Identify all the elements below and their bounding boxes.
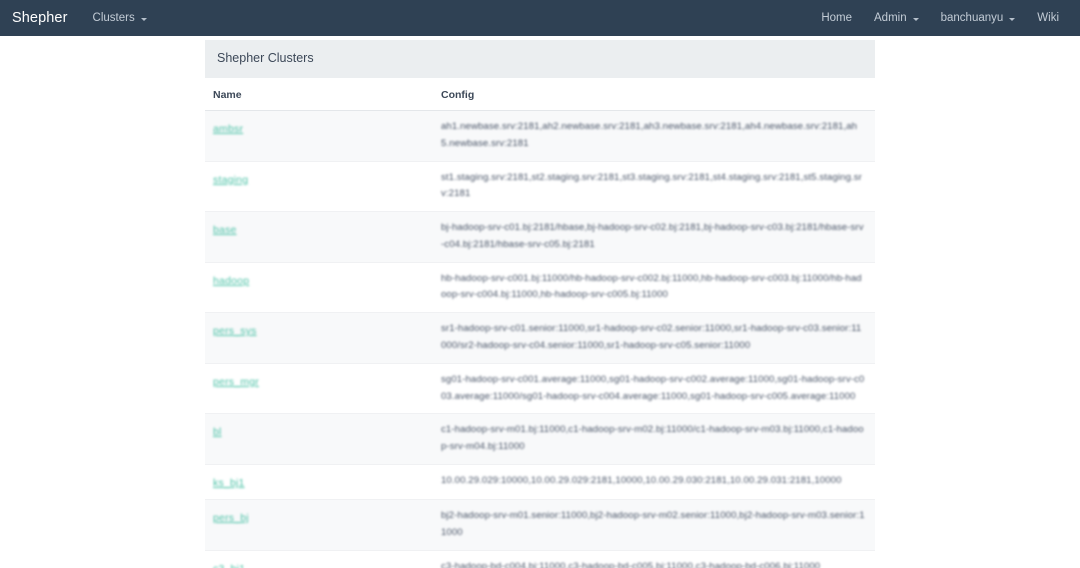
nav-item-clusters[interactable]: Clusters: [82, 0, 158, 36]
table-row: base bj-hadoop-srv-c01.bj:2181/hbase,bj-h…: [205, 211, 875, 263]
cell-cluster-name: base: [205, 211, 433, 263]
table-row: staging st1.staging.srv:2181,st2.staging.…: [205, 160, 875, 212]
cluster-config-value: sg01-hadoop-srv-c001.average:11000,sg01-…: [441, 373, 865, 402]
cell-cluster-config: bj-hadoop-srv-c01.bj:2181/hbase,bj-hadoo…: [433, 211, 875, 263]
cluster-config-value: 10.00.29.029:10000,10.00.29.029:2181,100…: [441, 474, 842, 486]
nav-item-user-label: banchuanyu: [940, 12, 1004, 24]
cluster-name-link[interactable]: pers_bj: [213, 512, 249, 524]
nav-item-clusters-label: Clusters: [92, 12, 135, 24]
cell-cluster-config: sr1-hadoop-srv-c01.senior:11000,sr1-hado…: [433, 312, 875, 364]
cell-cluster-config: ah1.newbase.srv:2181,ah2.newbase.srv:218…: [433, 110, 875, 162]
cluster-name-link[interactable]: ambsr: [213, 123, 243, 135]
cluster-config-value: c1-hadoop-srv-m01.bj:11000,c1-hadoop-srv…: [441, 424, 864, 453]
nav-item-wiki[interactable]: Wiki: [1026, 0, 1070, 36]
cluster-config-value: bj-hadoop-srv-c01.bj:2181/hbase,bj-hadoo…: [441, 222, 864, 250]
cell-cluster-name: staging: [205, 160, 433, 212]
main-container: Shepher Clusters Name Config ambsr ah1.ne…: [205, 36, 875, 568]
cell-cluster-name: pers_mgr: [205, 362, 433, 414]
cluster-config-value: hb-hadoop-srv-c001.bj:11000/hb-hadoop-sr…: [441, 272, 862, 301]
cluster-name-link[interactable]: hadoop: [213, 275, 249, 287]
cell-cluster-config: st1.staging.srv:2181,st2.staging.srv:218…: [433, 160, 875, 212]
nav-item-home[interactable]: Home: [810, 0, 863, 36]
cluster-config-value: ah1.newbase.srv:2181,ah2.newbase.srv:218…: [441, 121, 858, 149]
table-row: pers_mgr sg01-hadoop-srv-c001.average:110…: [205, 362, 875, 414]
nav-item-admin[interactable]: Admin: [863, 0, 930, 36]
nav-item-user[interactable]: banchuanyu: [930, 0, 1027, 36]
cell-cluster-config: sg01-hadoop-srv-c001.average:11000,sg01-…: [433, 362, 875, 414]
cell-cluster-config: c3-hadoop-bd-c004.bj:11000,c3-hadoop-bd-…: [433, 549, 875, 568]
cell-cluster-name: ambsr: [205, 110, 433, 162]
cluster-config-value: c3-hadoop-bd-c004.bj:11000,c3-hadoop-bd-…: [441, 560, 821, 568]
chevron-down-icon: [1009, 17, 1016, 21]
navbar-right-group: Home Admin banchuanyu Wiki: [810, 0, 1070, 36]
table-row: pers_sys sr1-hadoop-srv-c01.senior:11000,…: [205, 312, 875, 364]
cell-cluster-config: bj2-hadoop-srv-m01.senior:11000,bj2-hado…: [433, 498, 875, 550]
table-header: Name Config: [205, 78, 875, 111]
cluster-name-link[interactable]: pers_sys: [213, 325, 257, 337]
nav-item-home-label: Home: [821, 12, 852, 24]
chevron-down-icon: [912, 17, 919, 21]
nav-item-admin-label: Admin: [874, 12, 907, 24]
cell-cluster-name: pers_bj: [205, 498, 433, 550]
cluster-name-link[interactable]: base: [213, 224, 237, 236]
cluster-name-link[interactable]: staging: [213, 174, 248, 186]
cell-cluster-name: ks_bj1: [205, 463, 433, 500]
brand-logo[interactable]: Shepher: [0, 0, 82, 36]
panel-body: Name Config ambsr ah1.newbase.srv:2181,ah…: [205, 78, 875, 568]
cluster-name-link[interactable]: ks_bj1: [213, 477, 245, 489]
table-row: pers_bj bj2-hadoop-srv-m01.senior:11000,b…: [205, 498, 875, 550]
table-header-row: Name Config: [205, 78, 875, 111]
table-row: bl c1-hadoop-srv-m01.bj:11000,c1-hadoop-s…: [205, 413, 875, 465]
cell-cluster-config: 10.00.29.029:10000,10.00.29.029:2181,100…: [433, 463, 875, 500]
column-header-name: Name: [205, 78, 433, 111]
cluster-name-link[interactable]: bl: [213, 426, 222, 438]
table-body: ambsr ah1.newbase.srv:2181,ah2.newbase.sr…: [205, 110, 875, 568]
top-navbar: Shepher Clusters Home Admin banchuanyu W…: [0, 0, 1080, 36]
cluster-name-link[interactable]: c3_bj1: [213, 563, 245, 568]
cell-cluster-name: c3_bj1: [205, 549, 433, 568]
cluster-config-value: sr1-hadoop-srv-c01.senior:11000,sr1-hado…: [441, 323, 862, 352]
column-header-config: Config: [433, 78, 875, 111]
cluster-name-link[interactable]: pers_mgr: [213, 376, 259, 388]
chevron-down-icon: [140, 17, 147, 21]
cluster-config-value: st1.staging.srv:2181,st2.staging.srv:218…: [441, 171, 862, 200]
panel-title: Shepher Clusters: [205, 40, 875, 78]
cell-cluster-config: c1-hadoop-srv-m01.bj:11000,c1-hadoop-srv…: [433, 413, 875, 465]
nav-item-wiki-label: Wiki: [1037, 12, 1059, 24]
clusters-table: Name Config ambsr ah1.newbase.srv:2181,ah…: [205, 78, 875, 568]
table-row: c3_bj1 c3-hadoop-bd-c004.bj:11000,c3-hado…: [205, 549, 875, 568]
cell-cluster-name: pers_sys: [205, 312, 433, 364]
table-row: ks_bj1 10.00.29.029:10000,10.00.29.029:21…: [205, 463, 875, 500]
table-row: ambsr ah1.newbase.srv:2181,ah2.newbase.sr…: [205, 110, 875, 162]
cell-cluster-config: hb-hadoop-srv-c001.bj:11000/hb-hadoop-sr…: [433, 261, 875, 313]
clusters-panel: Shepher Clusters Name Config ambsr ah1.ne…: [205, 40, 875, 568]
cluster-config-value: bj2-hadoop-srv-m01.senior:11000,bj2-hado…: [441, 509, 865, 538]
cell-cluster-name: hadoop: [205, 261, 433, 313]
navbar-left-group: Shepher Clusters: [0, 0, 158, 36]
table-row: hadoop hb-hadoop-srv-c001.bj:11000/hb-had…: [205, 261, 875, 313]
cell-cluster-name: bl: [205, 413, 433, 465]
